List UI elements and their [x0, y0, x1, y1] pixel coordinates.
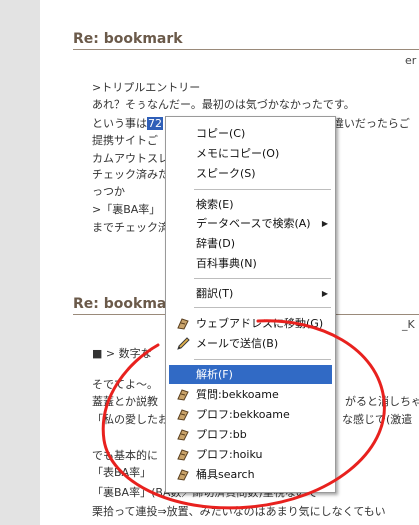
red-annotation-ellipse	[101, 319, 386, 510]
